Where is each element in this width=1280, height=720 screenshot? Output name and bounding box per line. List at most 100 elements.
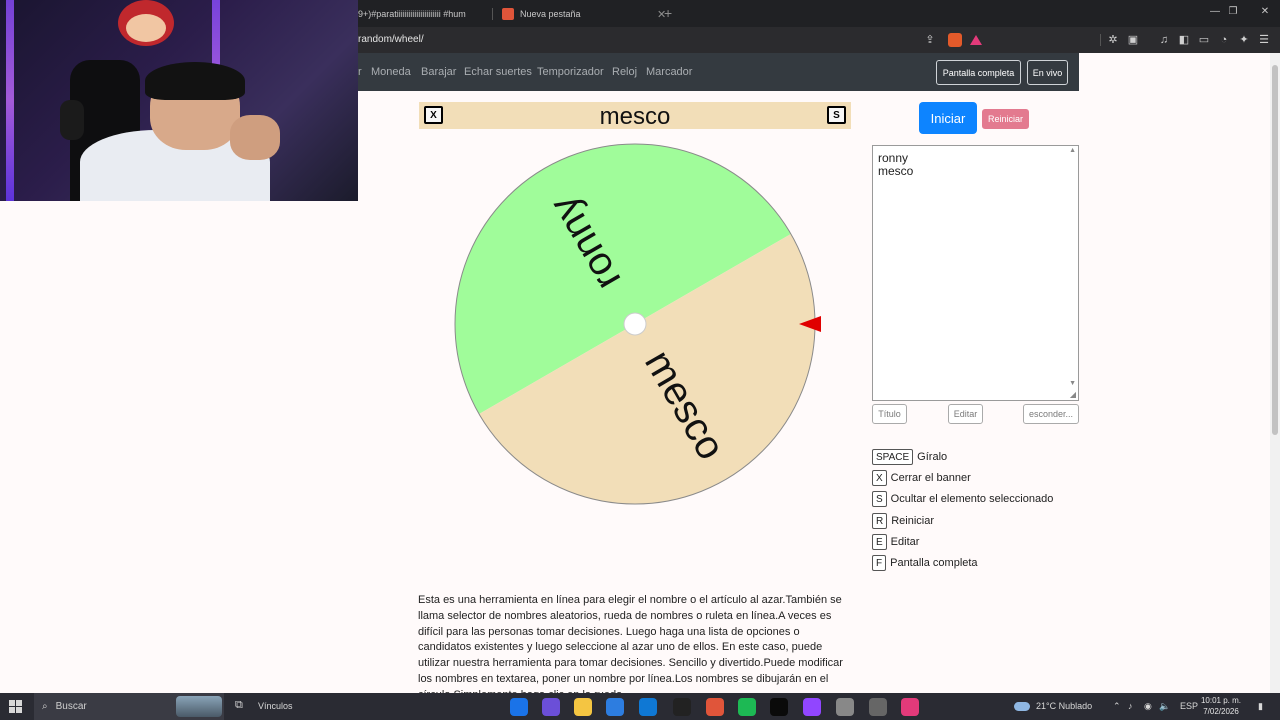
- nav-link-marcador[interactable]: Marcador: [646, 66, 692, 78]
- steam-icon[interactable]: ◉: [1144, 701, 1152, 712]
- taskbar-app-icon[interactable]: [738, 698, 756, 716]
- kbd-key: E: [872, 534, 887, 550]
- streamer-hand: [230, 115, 280, 160]
- volume-icon[interactable]: 🔈: [1159, 701, 1170, 712]
- wallet-icon[interactable]: ▭: [1196, 32, 1212, 48]
- links-toolbar[interactable]: Vínculos: [258, 701, 293, 711]
- nav-link-reloj[interactable]: Reloj: [612, 66, 637, 78]
- language-indicator[interactable]: ESP: [1180, 701, 1198, 711]
- url-field[interactable]: random/wheel/: [358, 34, 424, 45]
- taskbar-app-icon[interactable]: [673, 698, 691, 716]
- taskbar-app-icon[interactable]: [836, 698, 854, 716]
- streamer-cap: [145, 62, 245, 100]
- search-placeholder: Buscar: [55, 701, 87, 712]
- headset-icon[interactable]: ♪: [1128, 701, 1133, 711]
- nav-link-temporizador[interactable]: Temporizador: [537, 66, 604, 78]
- shortcut-label: Gíralo: [917, 451, 948, 463]
- taskbar-app-icon[interactable]: [639, 698, 657, 716]
- nav-link-echar-suertes[interactable]: Echar suertes: [464, 66, 532, 78]
- notifications-icon[interactable]: ▮: [1258, 701, 1263, 712]
- site-navbar: r Moneda Barajar Echar suertes Temporiza…: [358, 53, 1079, 91]
- windows-start-icon[interactable]: [9, 700, 22, 713]
- search-icon: ⌕: [42, 701, 48, 712]
- shortcut-f: F Pantalla completa: [872, 555, 978, 571]
- search-highlight-image[interactable]: [176, 696, 222, 717]
- taskbar-app-icon[interactable]: [869, 698, 887, 716]
- task-view-icon[interactable]: ⧉: [235, 699, 243, 712]
- kbd-key: F: [872, 555, 887, 571]
- tab-title: Nueva pestaña: [520, 9, 581, 19]
- hide-selected-button[interactable]: S: [827, 106, 846, 124]
- names-textarea[interactable]: ronny mesco ▲ ▼ ◢: [872, 145, 1079, 401]
- tab-separator: [492, 8, 493, 20]
- cloudy-weather-icon: [1014, 702, 1030, 711]
- kbd-key: X: [872, 470, 887, 486]
- taskbar-app-icon[interactable]: [901, 698, 919, 716]
- taskbar-app-icon[interactable]: [770, 698, 788, 716]
- taskbar-app-icon[interactable]: [574, 698, 592, 716]
- microphone: [60, 100, 84, 140]
- scroll-up-icon[interactable]: ▲: [1069, 147, 1076, 154]
- shortcut-space: SPACE Gíralo: [872, 449, 947, 465]
- leo-ai-icon[interactable]: ✦: [1236, 32, 1252, 48]
- close-banner-button[interactable]: X: [424, 106, 443, 124]
- close-window-icon[interactable]: ✕: [1250, 6, 1280, 17]
- shortcut-x: X Cerrar el banner: [872, 470, 971, 486]
- nav-link-partial[interactable]: r: [358, 66, 362, 78]
- share-icon[interactable]: ⇪: [922, 32, 938, 48]
- shortcut-label: Pantalla completa: [890, 557, 978, 569]
- browser-tab-tiktok[interactable]: 9+)#paratiiiiiiiiiiiiiiiiiiiiii #hum: [358, 4, 488, 24]
- taskbar-app-icon[interactable]: [542, 698, 560, 716]
- shortcut-e: E Editar: [872, 534, 919, 550]
- page-scrollbar[interactable]: [1270, 53, 1280, 693]
- vpn-icon[interactable]: ◔: [1216, 32, 1232, 48]
- kbd-key: R: [872, 513, 888, 529]
- brave-favicon-icon: [502, 8, 514, 20]
- start-button[interactable]: Iniciar: [919, 102, 977, 134]
- brave-rewards-icon[interactable]: [970, 35, 982, 45]
- scrollbar-thumb[interactable]: [1272, 65, 1278, 435]
- name-wheel[interactable]: ronny mesco: [454, 143, 824, 508]
- names-list: ronny mesco: [873, 146, 1078, 178]
- fullscreen-button[interactable]: Pantalla completa: [936, 60, 1021, 85]
- screenshot-icon[interactable]: ▣: [1125, 32, 1141, 48]
- kbd-key: SPACE: [872, 449, 914, 465]
- taskbar-clock[interactable]: 10:01 p. m. 7/02/2026: [1198, 695, 1244, 717]
- mascot-face: [126, 14, 166, 42]
- shortcut-label: Ocultar el elemento seleccionado: [890, 493, 1054, 505]
- resize-grip-icon[interactable]: ◢: [1070, 390, 1076, 399]
- taskbar-app-icon[interactable]: [803, 698, 821, 716]
- media-icon[interactable]: ♫: [1156, 32, 1172, 48]
- tool-description: Esta es una herramienta en línea para el…: [418, 594, 843, 701]
- windows-taskbar: ⌕ Buscar ⧉ Vínculos 21°C Nublado ⌃ ♪ ◉ 🔈…: [0, 693, 1280, 720]
- shortcut-label: Reiniciar: [891, 515, 935, 527]
- wheel-hub: [623, 312, 647, 336]
- show-hidden-icons-icon[interactable]: ⌃: [1113, 701, 1121, 712]
- new-tab-icon[interactable]: +: [664, 5, 672, 21]
- shortcut-s: S Ocultar el elemento seleccionado: [872, 491, 1053, 507]
- weather-widget[interactable]: 21°C Nublado: [1036, 701, 1092, 711]
- extensions-icon[interactable]: ✲: [1105, 32, 1121, 48]
- selected-name: mesco: [599, 103, 671, 130]
- reset-button[interactable]: Reiniciar: [982, 109, 1029, 129]
- shortcut-label: Editar: [890, 536, 920, 548]
- menu-icon[interactable]: ☰: [1256, 32, 1272, 48]
- sidebar-icon[interactable]: ◧: [1176, 32, 1192, 48]
- led-strip: [6, 0, 14, 201]
- nav-link-moneda[interactable]: Moneda: [371, 66, 411, 78]
- hide-button[interactable]: esconder...: [1023, 404, 1079, 424]
- taskbar-app-icon[interactable]: [510, 698, 528, 716]
- live-button[interactable]: En vivo: [1027, 60, 1068, 85]
- browser-tab-new[interactable]: Nueva pestaña: [502, 4, 672, 24]
- nav-link-barajar[interactable]: Barajar: [421, 66, 456, 78]
- scroll-down-icon[interactable]: ▼: [1069, 380, 1076, 387]
- selected-banner: mesco X S: [419, 102, 851, 130]
- taskbar-app-icon[interactable]: [706, 698, 724, 716]
- brave-shields-icon[interactable]: [948, 33, 962, 47]
- toolbar-divider: [1100, 34, 1101, 46]
- title-button[interactable]: Título: [872, 404, 907, 424]
- taskbar-app-icon[interactable]: [606, 698, 624, 716]
- name-entry: mesco: [878, 164, 914, 178]
- restore-window-icon[interactable]: ❐: [1218, 6, 1248, 17]
- edit-button[interactable]: Editar: [948, 404, 983, 424]
